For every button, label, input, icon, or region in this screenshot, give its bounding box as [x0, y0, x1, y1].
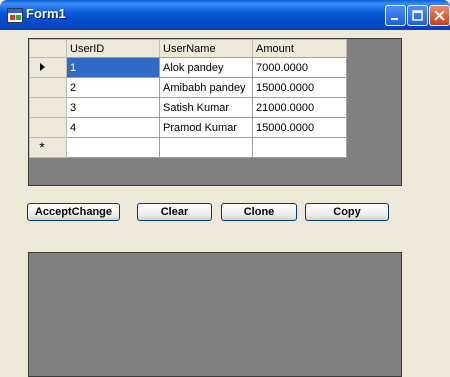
new-row-header[interactable]: * [29, 137, 67, 158]
table-row[interactable]: 2 Amibabh pandey 15000.0000 [29, 77, 347, 98]
column-header-userid[interactable]: UserID [66, 39, 160, 58]
cell-userid[interactable]: 4 [66, 117, 160, 138]
column-header-amount[interactable]: Amount [252, 39, 347, 58]
form-window: Form1 UserID UserName Amount 1 Alok pand… [0, 0, 450, 377]
grid-header-row: UserID UserName Amount [29, 39, 347, 58]
cell-username[interactable]: Satish Kumar [159, 97, 253, 118]
cell-userid[interactable]: 1 [66, 57, 160, 78]
row-header[interactable] [29, 77, 67, 98]
current-row-arrow-icon [39, 62, 45, 71]
cell-username[interactable]: Amibabh pandey [159, 77, 253, 98]
accept-change-button[interactable]: AcceptChange [27, 203, 120, 221]
window-title: Form1 [26, 6, 66, 21]
maximize-button[interactable] [407, 5, 428, 26]
title-bar[interactable]: Form1 [0, 0, 450, 30]
cell-amount[interactable]: 15000.0000 [252, 77, 347, 98]
cell-amount[interactable] [252, 137, 347, 158]
row-header[interactable] [29, 117, 67, 138]
minimize-icon [391, 18, 398, 20]
close-button[interactable] [429, 5, 450, 26]
copy-button[interactable]: Copy [305, 203, 389, 221]
grid-corner-header[interactable] [29, 39, 67, 58]
column-header-username[interactable]: UserName [159, 39, 253, 58]
table-row[interactable]: 1 Alok pandey 7000.0000 [29, 57, 347, 78]
cell-username[interactable] [159, 137, 253, 158]
second-data-grid-view[interactable] [28, 252, 402, 377]
new-row[interactable]: * [29, 137, 347, 158]
clone-button[interactable]: Clone [221, 203, 297, 221]
cell-amount[interactable]: 15000.0000 [252, 117, 347, 138]
row-header[interactable] [29, 97, 67, 118]
form-window-icon[interactable] [7, 8, 23, 23]
data-grid-view[interactable]: UserID UserName Amount 1 Alok pandey 700… [28, 38, 402, 186]
close-icon [434, 10, 445, 21]
table-row[interactable]: 4 Pramod Kumar 15000.0000 [29, 117, 347, 138]
cell-userid[interactable]: 3 [66, 97, 160, 118]
form-client-area: UserID UserName Amount 1 Alok pandey 700… [3, 30, 447, 377]
cell-userid[interactable]: 2 [66, 77, 160, 98]
maximize-icon [412, 10, 423, 21]
grid-table: UserID UserName Amount 1 Alok pandey 700… [29, 39, 347, 158]
cell-amount[interactable]: 7000.0000 [252, 57, 347, 78]
cell-username[interactable]: Pramod Kumar [159, 117, 253, 138]
cell-amount[interactable]: 21000.0000 [252, 97, 347, 118]
minimize-button[interactable] [385, 5, 406, 26]
row-header[interactable] [29, 57, 67, 78]
clear-button[interactable]: Clear [137, 203, 212, 221]
new-row-marker: * [39, 139, 45, 155]
cell-userid[interactable] [66, 137, 160, 158]
cell-username[interactable]: Alok pandey [159, 57, 253, 78]
table-row[interactable]: 3 Satish Kumar 21000.0000 [29, 97, 347, 118]
